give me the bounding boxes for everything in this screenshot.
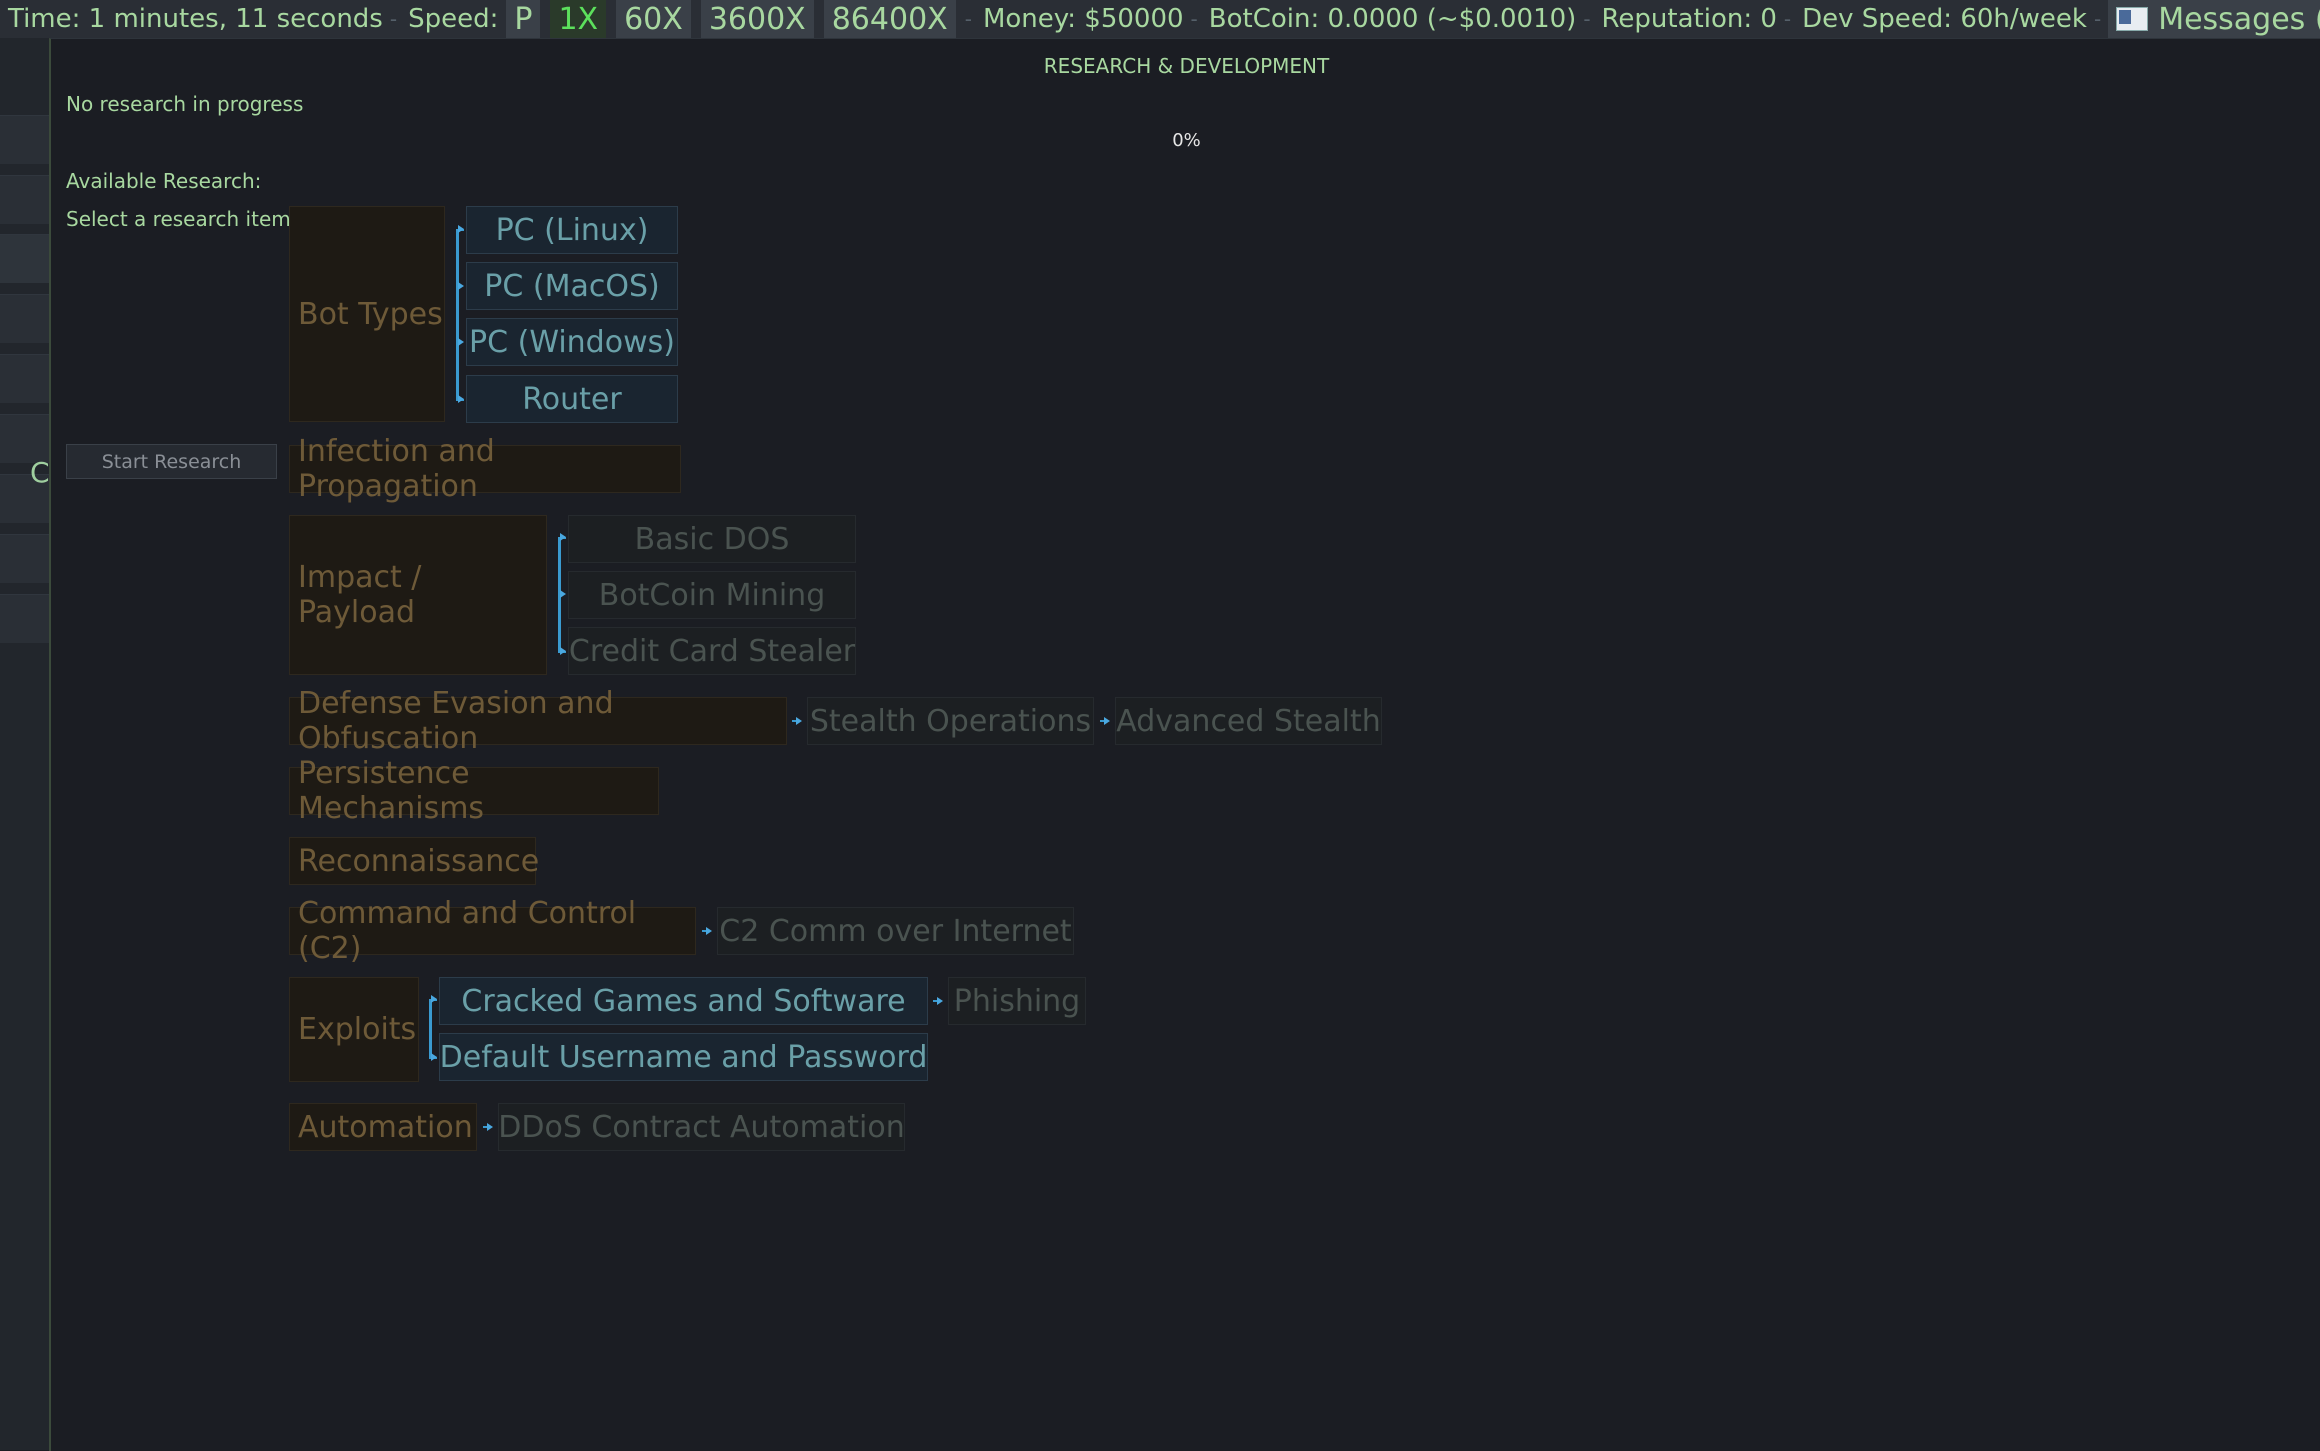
arrow-icon: [560, 590, 566, 598]
category-persistence[interactable]: Persistence Mechanisms: [289, 756, 659, 826]
category-exploits[interactable]: Exploits: [289, 977, 419, 1082]
arrow-icon: [458, 395, 464, 403]
arrow-icon: [937, 997, 943, 1005]
category-command-control[interactable]: Command and Control (C2): [289, 896, 696, 966]
arrow-icon: [1104, 717, 1110, 725]
category-reconnaissance[interactable]: Reconnaissance: [289, 837, 539, 885]
arrow-icon: [560, 533, 566, 541]
top-status-bar: Time: 1 minutes, 11 seconds - Speed: P 1…: [0, 0, 2320, 38]
arrow-icon: [487, 1123, 493, 1131]
research-router[interactable]: Router: [466, 375, 678, 423]
arrow-icon: [458, 338, 464, 346]
sidebar-tab[interactable]: [0, 234, 49, 283]
research-stealth-operations[interactable]: Stealth Operations: [807, 697, 1094, 745]
research-advanced-stealth[interactable]: Advanced Stealth: [1115, 697, 1382, 745]
sidebar-tab[interactable]: [0, 354, 49, 403]
left-sidebar: C: [0, 38, 50, 1450]
research-progress: 0%: [1172, 130, 1201, 151]
arrow-icon: [431, 995, 437, 1003]
separator: -: [2093, 7, 2102, 31]
separator: -: [1783, 7, 1792, 31]
category-bot-types[interactable]: Bot Types: [289, 206, 445, 422]
research-credit-card-stealer[interactable]: Credit Card Stealer: [568, 627, 856, 675]
research-cracked-games[interactable]: Cracked Games and Software: [439, 977, 928, 1025]
sidebar-letter: C: [30, 456, 50, 489]
reputation-display: Reputation: 0: [1601, 4, 1777, 34]
tree-connector: [456, 229, 459, 401]
arrow-icon: [458, 225, 464, 233]
arrow-icon: [560, 647, 566, 655]
sidebar-tab[interactable]: [0, 115, 49, 164]
arrow-icon: [431, 1053, 437, 1061]
available-research-label: Available Research:: [66, 169, 262, 193]
speed-1x-button[interactable]: 1X: [550, 0, 607, 38]
start-research-button[interactable]: Start Research: [66, 444, 277, 479]
speed-86400x-button[interactable]: 86400X: [823, 0, 956, 38]
research-pc-linux[interactable]: PC (Linux): [466, 206, 678, 254]
separator: -: [964, 7, 972, 31]
separator: -: [1583, 7, 1591, 31]
research-default-credentials[interactable]: Default Username and Password: [439, 1033, 928, 1081]
sidebar-tab[interactable]: [0, 594, 49, 643]
sidebar-tab[interactable]: [0, 175, 49, 224]
research-basic-dos[interactable]: Basic DOS: [568, 515, 856, 563]
category-defense-evasion[interactable]: Defense Evasion and Obfuscation: [289, 686, 787, 756]
research-pc-macos[interactable]: PC (MacOS): [466, 262, 678, 310]
category-automation[interactable]: Automation: [289, 1103, 477, 1151]
tree-connector: [429, 999, 432, 1059]
money-display: Money: $50000: [982, 4, 1184, 34]
messages-button[interactable]: Messages (1): [2108, 0, 2320, 38]
category-infection-propagation[interactable]: Infection and Propagation: [289, 434, 681, 504]
game-time: Time: 1 minutes, 11 seconds: [8, 4, 383, 34]
separator: -: [1190, 7, 1198, 31]
speed-label: Speed:: [408, 4, 499, 34]
arrow-icon: [458, 282, 464, 290]
research-ddos-contract-automation[interactable]: DDoS Contract Automation: [498, 1103, 905, 1151]
arrow-icon: [706, 927, 712, 935]
speed-3600x-button[interactable]: 3600X: [700, 0, 814, 38]
panel-title: RESEARCH & DEVELOPMENT: [1043, 54, 1330, 78]
separator: -: [389, 7, 398, 31]
research-phishing[interactable]: Phishing: [948, 977, 1086, 1025]
research-status: No research in progress: [66, 92, 304, 116]
mail-icon: [2116, 7, 2149, 31]
research-botcoin-mining[interactable]: BotCoin Mining: [568, 571, 856, 619]
speed-pause-button[interactable]: P: [506, 0, 541, 38]
category-impact-payload[interactable]: Impact / Payload: [289, 515, 547, 675]
speed-60x-button[interactable]: 60X: [616, 0, 691, 38]
arrow-icon: [796, 717, 802, 725]
botcoin-display: BotCoin: 0.0000 (~$0.0010): [1208, 4, 1577, 34]
sidebar-tab[interactable]: [0, 294, 49, 343]
select-hint: Select a research item: [66, 207, 291, 231]
research-panel: RESEARCH & DEVELOPMENT No research in pr…: [49, 38, 2320, 1451]
dev-speed-display: Dev Speed: 60h/week: [1802, 4, 2087, 34]
research-pc-windows[interactable]: PC (Windows): [466, 318, 678, 366]
sidebar-tab[interactable]: [0, 534, 49, 583]
research-c2-comm-internet[interactable]: C2 Comm over Internet: [717, 907, 1074, 955]
messages-label: Messages (1): [2158, 1, 2320, 37]
